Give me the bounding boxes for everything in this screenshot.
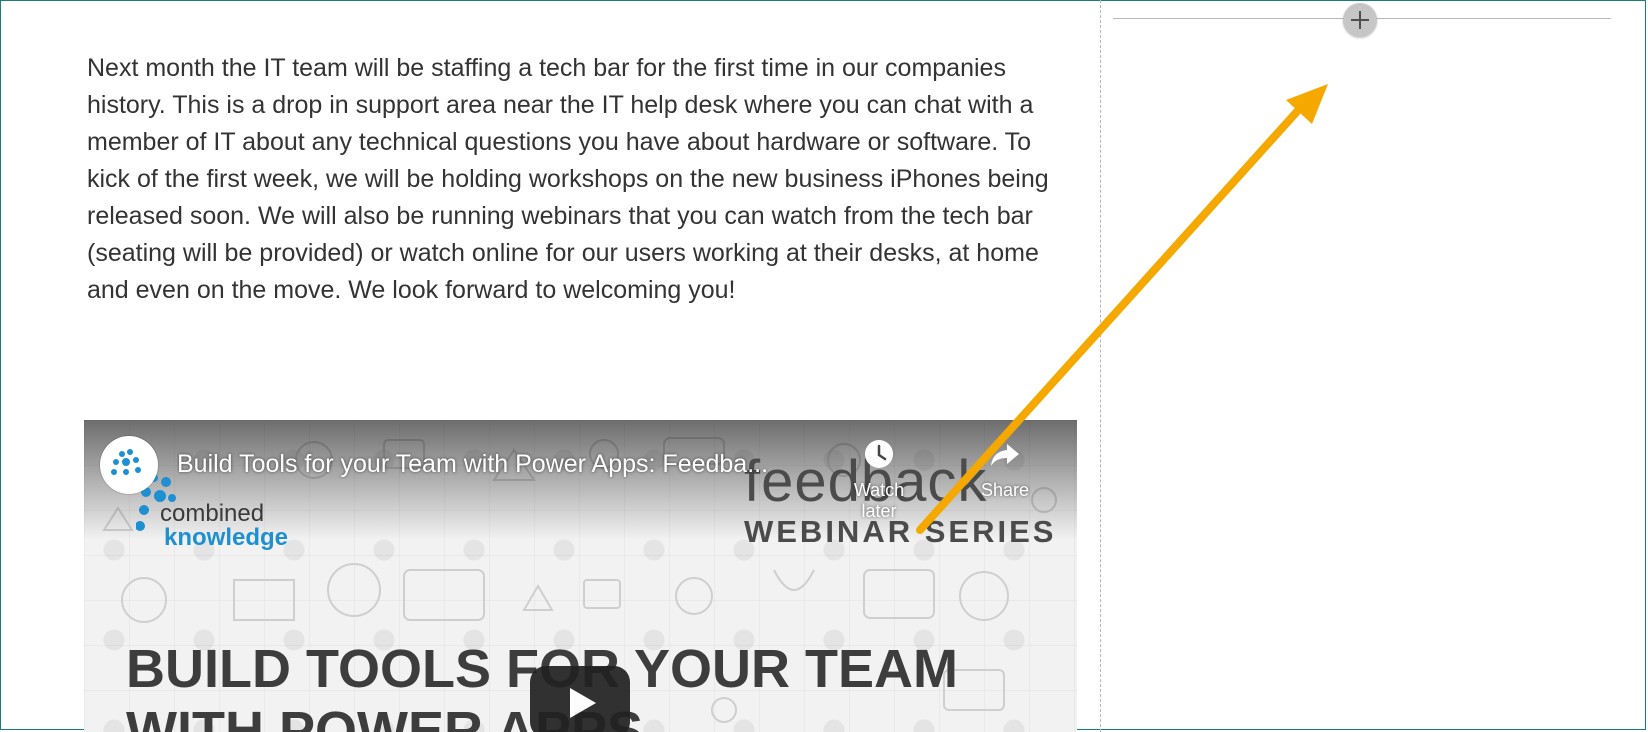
channel-avatar[interactable] xyxy=(100,436,158,494)
article-body-text: Next month the IT team will be staffing … xyxy=(87,54,1049,304)
brand-line-knowledge: knowledge xyxy=(164,524,289,551)
share-arrow-icon xyxy=(991,444,1019,466)
share-button[interactable]: Share xyxy=(965,438,1045,508)
play-button[interactable] xyxy=(530,666,630,732)
watch-later-label: Watch later xyxy=(853,480,905,521)
right-column xyxy=(1101,0,1648,732)
video-title-link[interactable]: Build Tools for your Team with Power App… xyxy=(177,450,817,479)
clock-icon xyxy=(865,440,893,468)
embedded-video-player[interactable]: combined knowledge feedback WEBINAR SERI… xyxy=(84,420,1077,732)
left-column: Next month the IT team will be staffing … xyxy=(0,0,1100,732)
share-label: Share xyxy=(980,480,1030,500)
channel-logo-icon xyxy=(111,449,141,475)
watch-later-button[interactable]: Watch later xyxy=(839,438,919,521)
add-web-part-button[interactable] xyxy=(1343,3,1377,37)
